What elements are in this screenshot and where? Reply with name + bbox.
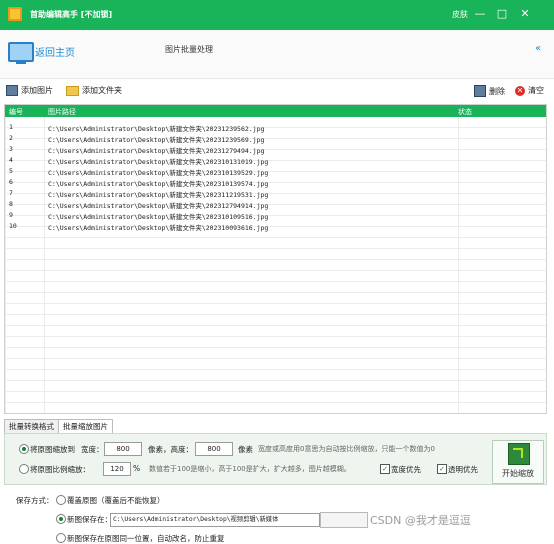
- row-number: 2: [9, 134, 13, 142]
- table-row[interactable]: 10 C:\Users\Administrator\Desktop\新建文件夹\2…: [5, 220, 546, 232]
- clear-icon: ✕: [515, 85, 525, 96]
- resize-icon: [508, 443, 530, 465]
- clear-label: 清空: [528, 86, 544, 95]
- delete-icon: [474, 85, 486, 97]
- tab-batch-convert[interactable]: 批量转换格式: [4, 419, 59, 434]
- maximize-icon[interactable]: □: [494, 6, 510, 22]
- folder-icon: [66, 85, 79, 96]
- scale-percent-radio[interactable]: [19, 464, 29, 474]
- row-number: 1: [9, 123, 13, 131]
- add-folder-label: 添加文件夹: [82, 86, 122, 95]
- table-header: 编号 图片路径 状态: [5, 105, 546, 117]
- save-options: 保存方式： 覆盖原图（覆盖后不能恢复） 新图保存在： C:\Users\Admi…: [0, 488, 554, 544]
- row-number: 7: [9, 189, 13, 197]
- width-input[interactable]: 800: [104, 442, 142, 456]
- row-number: 3: [9, 145, 13, 153]
- close-icon[interactable]: ✕: [517, 6, 533, 22]
- row-number: 8: [9, 200, 13, 208]
- width-label: 宽度：: [81, 445, 104, 454]
- overwrite-radio[interactable]: [56, 495, 66, 505]
- table-row[interactable]: 3 C:\Users\Administrator\Desktop\新建文件夹\20…: [5, 143, 546, 155]
- table-row[interactable]: 6 C:\Users\Administrator\Desktop\新建文件夹\20…: [5, 176, 546, 188]
- toolbar: 添加图片 添加文件夹 删除 ✕ 清空: [0, 80, 554, 102]
- px-height-label: 像素，高度：: [148, 445, 193, 454]
- add-folder-button[interactable]: 添加文件夹: [66, 85, 122, 96]
- save-mode-label: 保存方式：: [16, 496, 54, 505]
- scale-to-radio[interactable]: [19, 444, 29, 454]
- width-priority-checkbox[interactable]: ✓: [380, 464, 390, 474]
- same-location-label: 新图保存在原图同一位置，自动改名，防止重复: [67, 534, 225, 543]
- table-row[interactable]: 4 C:\Users\Administrator\Desktop\新建文件夹\20…: [5, 154, 546, 166]
- transparent-priority-checkbox[interactable]: ✓: [437, 464, 447, 474]
- overwrite-label: 覆盖原图（覆盖后不能恢复）: [67, 496, 165, 505]
- page-title: 图片批量处理: [165, 45, 213, 54]
- start-resize-label: 开始缩放: [502, 469, 534, 478]
- width-priority-label: 宽度优先: [391, 465, 421, 474]
- row-number: 10: [9, 222, 17, 230]
- csdn-watermark: CSDN @我才是逗逗: [370, 514, 471, 527]
- table-row[interactable]: 5 C:\Users\Administrator\Desktop\新建文件夹\20…: [5, 165, 546, 177]
- new-location-label: 新图保存在：: [67, 515, 112, 524]
- resize-panel: 将原图缩放到 宽度： 800 像素，高度： 800 像素 宽度或高度用0意思为自…: [4, 433, 547, 485]
- delete-button[interactable]: 删除: [474, 85, 505, 97]
- save-path-input[interactable]: C:\Users\Administrator\Desktop\视频剪辑\新媒体: [110, 513, 320, 527]
- height-input[interactable]: 800: [195, 442, 233, 456]
- table-row[interactable]: 7 C:\Users\Administrator\Desktop\新建文件夹\20…: [5, 187, 546, 199]
- column-header-number[interactable]: 编号: [9, 107, 23, 117]
- row-number: 5: [9, 167, 13, 175]
- row-number: 4: [9, 156, 13, 164]
- scale-to-label: 将原图缩放到: [30, 445, 75, 454]
- skin-button[interactable]: 皮肤: [452, 9, 468, 20]
- column-header-path[interactable]: 图片路径: [48, 107, 76, 117]
- delete-label: 删除: [489, 86, 505, 96]
- browse-button[interactable]: [320, 512, 368, 528]
- column-header-status[interactable]: 状态: [458, 107, 472, 117]
- scale-percent-label: 将原图比例缩放：: [30, 465, 90, 474]
- window-title: 首助编辑高手 [不加锁]: [30, 10, 113, 19]
- clear-button[interactable]: ✕ 清空: [515, 85, 544, 96]
- percent-unit: %: [133, 464, 141, 473]
- minimize-icon[interactable]: —: [472, 6, 488, 22]
- tab-batch-resize[interactable]: 批量缩放图片: [58, 419, 113, 434]
- row-number: 6: [9, 178, 13, 186]
- percent-hint: 数值若于100是缩小，高于100是扩大，扩大越多，图片越模糊。: [149, 465, 351, 473]
- back-home-link[interactable]: 返回主页: [35, 44, 75, 59]
- monitor-icon: [8, 42, 34, 64]
- add-image-label: 添加图片: [21, 86, 53, 95]
- sub-header: 返回主页 图片批量处理 «: [0, 30, 554, 79]
- percent-input[interactable]: 120: [103, 462, 131, 476]
- table-row[interactable]: 9 C:\Users\Administrator\Desktop\新建文件夹\20…: [5, 209, 546, 221]
- new-location-radio[interactable]: [56, 514, 66, 524]
- add-image-button[interactable]: 添加图片: [6, 85, 53, 96]
- transparent-priority-label: 透明优先: [448, 465, 478, 474]
- image-icon: [6, 85, 18, 96]
- collapse-icon[interactable]: «: [535, 43, 541, 54]
- table-row[interactable]: 8 C:\Users\Administrator\Desktop\新建文件夹\20…: [5, 198, 546, 210]
- row-path: C:\Users\Administrator\Desktop\新建文件夹\202…: [48, 224, 269, 232]
- row-number: 9: [9, 211, 13, 219]
- same-location-radio[interactable]: [56, 533, 66, 543]
- width-height-hint: 宽度或高度用0意思为自动按比例缩放，只能一个数值为0: [258, 445, 435, 453]
- px-label: 像素: [238, 445, 253, 454]
- title-bar: 首助编辑高手 [不加锁] 皮肤 — □ ✕: [0, 0, 554, 30]
- table-row[interactable]: 1 C:\Users\Administrator\Desktop\新建文件夹\20…: [5, 121, 546, 133]
- table-row[interactable]: 2 C:\Users\Administrator\Desktop\新建文件夹\20…: [5, 132, 546, 144]
- app-logo-icon: [8, 7, 22, 21]
- image-table[interactable]: 编号 图片路径 状态 1 C:\Users\Administrator\Deskt…: [4, 104, 547, 414]
- start-resize-button[interactable]: 开始缩放: [492, 440, 544, 484]
